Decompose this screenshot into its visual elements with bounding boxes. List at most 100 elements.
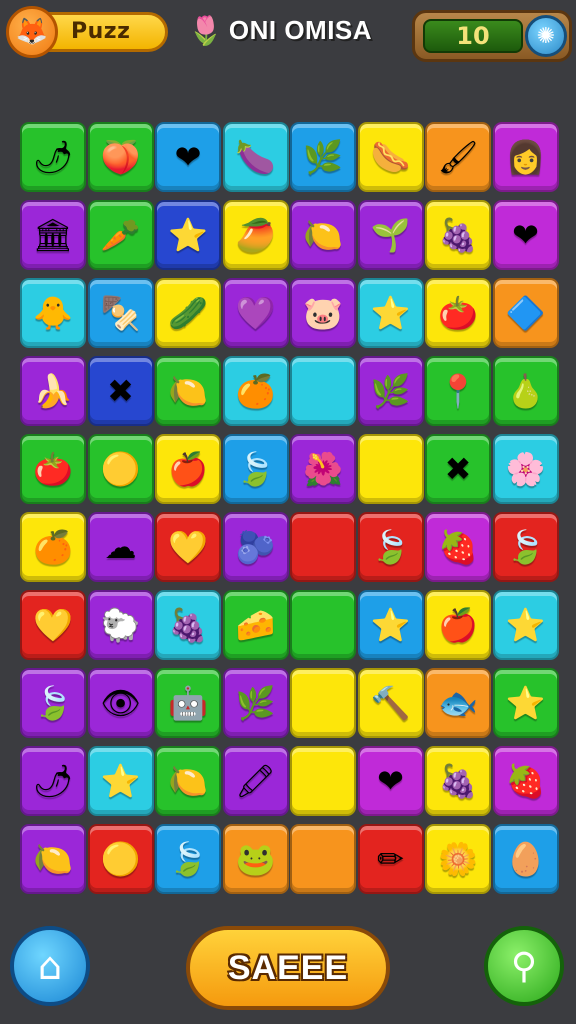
tile-r2-c3[interactable]: 💜 [222, 278, 289, 348]
tile-r1-c6[interactable]: 🍇 [425, 200, 491, 270]
search-button[interactable]: ⚲ [484, 926, 564, 1006]
tile-r7-c6[interactable]: 🐟 [425, 668, 491, 738]
tile-r5-c1[interactable]: ☁ [87, 512, 154, 582]
tile-r2-c1[interactable]: 🍢 [87, 278, 154, 348]
tile-icon: ✖ [107, 372, 134, 410]
tile-r4-c3[interactable]: 🍃 [222, 434, 289, 504]
tile-r7-c0[interactable]: 🍃 [20, 668, 86, 738]
tile-r1-c3[interactable]: 🥭 [222, 200, 289, 270]
tile-icon: ❤ [512, 216, 539, 254]
tile-r6-c2[interactable]: 🍇 [155, 590, 221, 660]
tile-r3-c4[interactable] [290, 356, 356, 426]
tile-icon: 🥒 [168, 294, 208, 332]
tile-r1-c5[interactable]: 🌱 [357, 200, 424, 270]
tile-r3-c0[interactable]: 🍌 [20, 356, 86, 426]
tile-r6-c7[interactable]: ⭐ [492, 590, 559, 660]
tile-r4-c1[interactable]: 🟡 [87, 434, 154, 504]
tile-r7-c3[interactable]: 🌿 [222, 668, 289, 738]
tile-r2-c6[interactable]: 🍅 [425, 278, 491, 348]
tile-icon: ⭐ [505, 684, 546, 722]
tile-icon: 💛 [168, 528, 208, 566]
tile-r9-c0[interactable]: 🍋 [20, 824, 86, 894]
tile-r5-c7[interactable]: 🍃 [492, 512, 559, 582]
tile-r2-c5[interactable]: ⭐ [357, 278, 424, 348]
tile-r0-c1[interactable]: 🍑 [87, 122, 154, 192]
tile-r0-c6[interactable]: 🖌 [425, 122, 491, 192]
home-button[interactable]: ⌂ [10, 926, 90, 1006]
tile-r4-c4[interactable]: 🌺 [290, 434, 356, 504]
tile-r4-c5[interactable] [357, 434, 424, 504]
tile-icon: 🍋 [303, 216, 343, 254]
tile-r0-c0[interactable]: 🌶 [20, 122, 86, 192]
tile-r3-c5[interactable]: 🌿 [357, 356, 424, 426]
tile-r6-c0[interactable]: 💛 [20, 590, 86, 660]
tile-r4-c2[interactable]: 🍎 [155, 434, 221, 504]
tile-icon: 🐟 [438, 684, 478, 722]
tile-r9-c4[interactable] [290, 824, 356, 894]
tile-r6-c1[interactable]: 🐑 [87, 590, 154, 660]
tile-r3-c6[interactable]: 📍 [425, 356, 491, 426]
tile-r0-c5[interactable]: 🌭 [357, 122, 424, 192]
tile-r1-c0[interactable]: 🏛 [20, 200, 86, 270]
tile-icon: 🔨 [370, 684, 411, 722]
tile-r8-c1[interactable]: ⭐ [87, 746, 154, 816]
main-action-button[interactable]: SAEEE [186, 926, 390, 1010]
tile-r0-c7[interactable]: 👩 [492, 122, 559, 192]
tile-r6-c6[interactable]: 🍎 [425, 590, 491, 660]
tile-r5-c5[interactable]: 🍃 [357, 512, 424, 582]
tile-r7-c5[interactable]: 🔨 [357, 668, 424, 738]
tile-r7-c7[interactable]: ⭐ [492, 668, 559, 738]
tile-r2-c2[interactable]: 🥒 [155, 278, 221, 348]
tile-r8-c3[interactable]: 🖍 [222, 746, 289, 816]
tile-r9-c1[interactable]: 🟡 [87, 824, 154, 894]
tile-icon: 🏛 [32, 216, 74, 254]
tile-r8-c0[interactable]: 🌶 [20, 746, 86, 816]
tile-r2-c4[interactable]: 🐷 [290, 278, 356, 348]
tile-r1-c1[interactable]: 🥕 [87, 200, 154, 270]
tile-icon: 🧀 [235, 606, 276, 644]
tile-r6-c5[interactable]: ⭐ [357, 590, 424, 660]
tile-r3-c1[interactable]: ✖ [87, 356, 154, 426]
tile-r8-c2[interactable]: 🍋 [155, 746, 221, 816]
tile-r3-c7[interactable]: 🍐 [492, 356, 559, 426]
gear-icon[interactable]: ✺ [525, 15, 567, 57]
tile-r8-c5[interactable]: ❤ [357, 746, 424, 816]
tile-icon: 🥕 [100, 216, 141, 254]
tile-r6-c3[interactable]: 🧀 [222, 590, 289, 660]
tile-r4-c7[interactable]: 🌸 [492, 434, 559, 504]
tile-r5-c6[interactable]: 🍓 [425, 512, 491, 582]
tile-r8-c7[interactable]: 🍓 [492, 746, 559, 816]
tile-r1-c2[interactable]: ⭐ [155, 200, 221, 270]
tile-r7-c2[interactable]: 🤖 [155, 668, 221, 738]
tile-icon: 🍎 [438, 606, 478, 644]
tile-r8-c4[interactable] [290, 746, 356, 816]
tile-r7-c4[interactable] [290, 668, 356, 738]
tile-r7-c1[interactable]: 👁 [87, 668, 154, 738]
tile-r9-c5[interactable]: ✏ [357, 824, 424, 894]
tile-r3-c3[interactable]: 🍊 [222, 356, 289, 426]
tile-icon: 🍢 [100, 294, 141, 332]
tile-r9-c7[interactable]: 🥚 [492, 824, 559, 894]
fox-face-icon[interactable]: 🦊 [6, 6, 58, 58]
tile-r6-c4[interactable] [290, 590, 356, 660]
tile-r5-c4[interactable] [290, 512, 356, 582]
tile-r9-c2[interactable]: 🍃 [155, 824, 221, 894]
tile-r1-c4[interactable]: 🍋 [290, 200, 356, 270]
tile-r4-c6[interactable]: ✖ [425, 434, 491, 504]
tile-r1-c7[interactable]: ❤ [492, 200, 559, 270]
tile-r8-c6[interactable]: 🍇 [425, 746, 491, 816]
tile-r3-c2[interactable]: 🍋 [155, 356, 221, 426]
tile-r2-c7[interactable]: 🔷 [492, 278, 559, 348]
tile-r5-c3[interactable]: 🫐 [222, 512, 289, 582]
tile-r0-c3[interactable]: 🍆 [222, 122, 289, 192]
tile-r4-c0[interactable]: 🍅 [20, 434, 86, 504]
tile-r2-c0[interactable]: 🐥 [20, 278, 86, 348]
tile-r9-c6[interactable]: 🌼 [425, 824, 491, 894]
tile-r0-c2[interactable]: ❤ [155, 122, 221, 192]
tile-icon: 🌺 [303, 450, 343, 488]
tile-r5-c2[interactable]: 💛 [155, 512, 221, 582]
tile-r9-c3[interactable]: 🐸 [222, 824, 289, 894]
tile-r5-c0[interactable]: 🍊 [20, 512, 86, 582]
tile-icon: 🟡 [100, 840, 141, 878]
tile-r0-c4[interactable]: 🌿 [290, 122, 356, 192]
